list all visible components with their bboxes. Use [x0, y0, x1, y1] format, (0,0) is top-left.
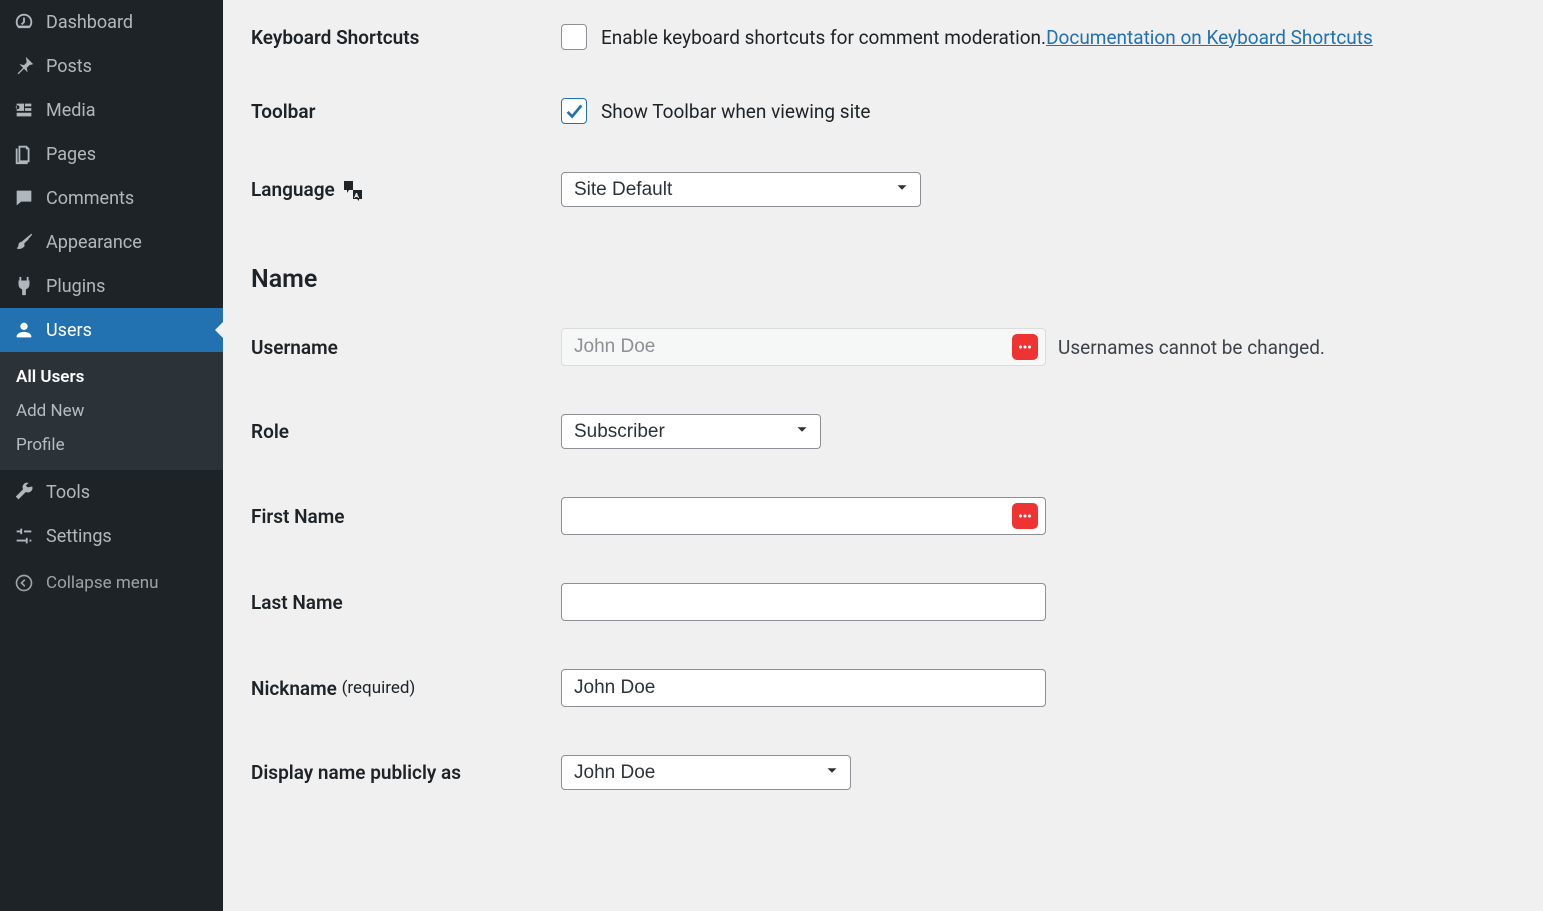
row-display-name: Display name publicly as John Doe — [251, 731, 1515, 814]
sidebar-item-appearance[interactable]: Appearance — [0, 220, 223, 264]
password-manager-icon[interactable] — [1012, 503, 1038, 529]
sidebar-item-users[interactable]: Users — [0, 308, 223, 352]
row-nickname: Nickname (required) — [251, 645, 1515, 731]
gauge-icon — [12, 11, 36, 33]
username-description: Usernames cannot be changed. — [1058, 336, 1325, 359]
section-heading-name: Name — [251, 265, 1515, 294]
toolbar-checkbox[interactable] — [561, 98, 587, 124]
last-name-input[interactable] — [561, 583, 1046, 621]
role-select[interactable]: Subscriber — [561, 414, 821, 449]
sidebar-item-tools[interactable]: Tools — [0, 470, 223, 514]
wrench-icon — [12, 481, 36, 503]
label-first-name: First Name — [251, 505, 561, 528]
toolbar-description: Show Toolbar when viewing site — [601, 100, 870, 123]
row-keyboard-shortcuts: Keyboard Shortcuts Enable keyboard short… — [251, 0, 1515, 74]
submenu-item-add-new[interactable]: Add New — [0, 394, 223, 428]
first-name-input[interactable] — [561, 497, 1046, 535]
display-name-select[interactable]: John Doe — [561, 755, 851, 790]
sidebar-item-posts[interactable]: Posts — [0, 44, 223, 88]
keyboard-shortcuts-doc-link[interactable]: Documentation on Keyboard Shortcuts — [1046, 26, 1373, 49]
page-icon — [12, 143, 36, 165]
label-last-name: Last Name — [251, 591, 561, 614]
sidebar-item-dashboard[interactable]: Dashboard — [0, 0, 223, 44]
row-last-name: Last Name — [251, 559, 1515, 645]
content-area: Keyboard Shortcuts Enable keyboard short… — [223, 0, 1543, 911]
submenu-item-profile[interactable]: Profile — [0, 428, 223, 462]
language-select[interactable]: Site Default — [561, 172, 921, 207]
row-language: Language Site Default — [251, 148, 1515, 231]
sidebar-item-label: Dashboard — [46, 12, 133, 33]
plug-icon — [12, 275, 36, 297]
keyboard-shortcuts-description: Enable keyboard shortcuts for comment mo… — [601, 26, 1046, 49]
sidebar-item-media[interactable]: Media — [0, 88, 223, 132]
sidebar-item-label: Users — [46, 320, 92, 341]
sidebar-item-label: Media — [46, 100, 96, 121]
collapse-menu-button[interactable]: Collapse menu — [0, 562, 223, 604]
sidebar-item-pages[interactable]: Pages — [0, 132, 223, 176]
submenu-item-all-users[interactable]: All Users — [0, 360, 223, 394]
sliders-icon — [12, 525, 36, 547]
label-keyboard-shortcuts: Keyboard Shortcuts — [251, 26, 561, 49]
user-icon — [12, 319, 36, 341]
sidebar-item-label: Tools — [46, 482, 90, 503]
sidebar-item-plugins[interactable]: Plugins — [0, 264, 223, 308]
sidebar-item-label: Settings — [46, 526, 112, 547]
label-username: Username — [251, 336, 561, 359]
sidebar-item-label: Plugins — [46, 276, 105, 297]
sidebar-item-label: Appearance — [46, 232, 142, 253]
label-display-name: Display name publicly as — [251, 761, 561, 784]
label-toolbar: Toolbar — [251, 100, 561, 123]
row-toolbar: Toolbar Show Toolbar when viewing site — [251, 74, 1515, 148]
label-language: Language — [251, 178, 561, 202]
sidebar-item-label: Posts — [46, 56, 92, 77]
translate-icon — [341, 178, 365, 202]
nickname-input[interactable] — [561, 669, 1046, 707]
collapse-label: Collapse menu — [46, 573, 159, 593]
collapse-icon — [12, 573, 36, 593]
password-manager-icon[interactable] — [1012, 334, 1038, 360]
admin-sidebar: Dashboard Posts Media Pages Comments App… — [0, 0, 223, 911]
sidebar-item-label: Pages — [46, 144, 96, 165]
username-input — [561, 328, 1046, 366]
label-role: Role — [251, 420, 561, 443]
pin-icon — [12, 55, 36, 77]
label-nickname: Nickname (required) — [251, 677, 561, 700]
row-username: Username Usernames cannot be changed. — [251, 304, 1515, 390]
brush-icon — [12, 231, 36, 253]
sidebar-item-label: Comments — [46, 188, 134, 209]
keyboard-shortcuts-checkbox[interactable] — [561, 24, 587, 50]
sidebar-item-settings[interactable]: Settings — [0, 514, 223, 558]
sidebar-submenu-users: All Users Add New Profile — [0, 352, 223, 470]
comment-icon — [12, 187, 36, 209]
sidebar-item-comments[interactable]: Comments — [0, 176, 223, 220]
media-icon — [12, 99, 36, 121]
row-first-name: First Name — [251, 473, 1515, 559]
row-role: Role Subscriber — [251, 390, 1515, 473]
